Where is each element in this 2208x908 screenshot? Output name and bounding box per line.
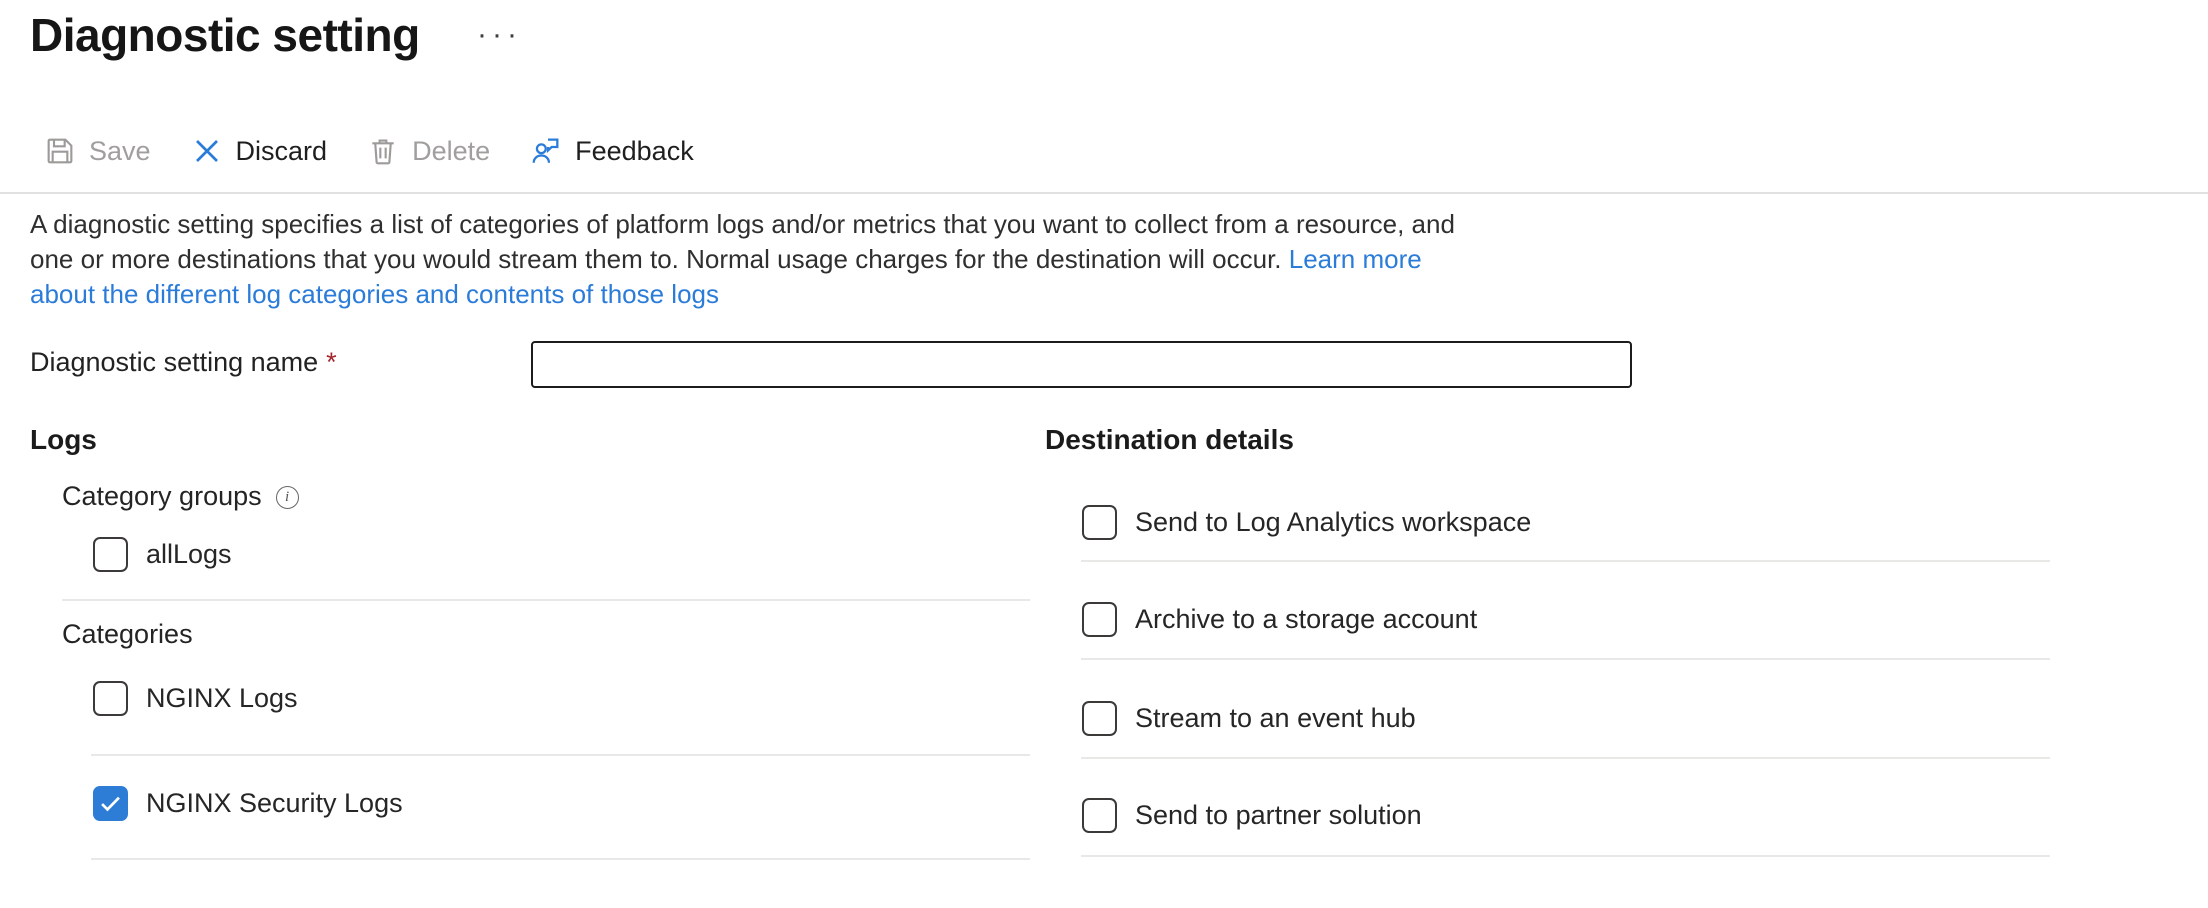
checkbox-box	[1082, 505, 1117, 540]
checkbox-box	[93, 786, 128, 821]
diagnostic-setting-page: Diagnostic setting ··· Save Discard	[0, 0, 2208, 908]
discard-button[interactable]: Discard	[191, 135, 328, 167]
more-menu-button[interactable]: ···	[477, 20, 522, 50]
destination-details-heading: Destination details	[1045, 424, 1294, 456]
intro-text: A diagnostic setting specifies a list of…	[30, 207, 1472, 312]
required-asterisk: *	[326, 347, 337, 377]
checkbox-box	[1082, 798, 1117, 833]
save-icon	[44, 135, 76, 167]
checkbox-label: NGINX Logs	[146, 683, 298, 714]
intro-body: A diagnostic setting specifies a list of…	[30, 209, 1455, 274]
checkbox-alllogs[interactable]: allLogs	[93, 537, 232, 572]
logs-heading: Logs	[30, 424, 97, 456]
save-button-label: Save	[89, 136, 151, 167]
delete-icon	[367, 135, 399, 167]
divider	[1081, 560, 2050, 562]
delete-button[interactable]: Delete	[367, 135, 490, 167]
checkbox-label: NGINX Security Logs	[146, 788, 403, 819]
checkbox-box	[93, 681, 128, 716]
checkmark-icon	[97, 790, 124, 817]
checkbox-send-to-partner-solution[interactable]: Send to partner solution	[1082, 798, 1422, 833]
divider	[1081, 757, 2050, 759]
delete-button-label: Delete	[412, 136, 490, 167]
feedback-icon	[530, 135, 562, 167]
feedback-button-label: Feedback	[575, 136, 694, 167]
checkbox-nginx-logs[interactable]: NGINX Logs	[93, 681, 298, 716]
info-icon[interactable]: i	[276, 486, 299, 509]
divider	[1081, 855, 2050, 857]
discard-icon	[191, 135, 223, 167]
checkbox-label: Stream to an event hub	[1135, 703, 1416, 734]
discard-button-label: Discard	[236, 136, 328, 167]
page-title: Diagnostic setting	[30, 8, 420, 62]
categories-label: Categories	[62, 619, 193, 650]
checkbox-label: allLogs	[146, 539, 232, 570]
checkbox-box	[1082, 701, 1117, 736]
checkbox-label: Archive to a storage account	[1135, 604, 1477, 635]
checkbox-nginx-security-logs[interactable]: NGINX Security Logs	[93, 786, 403, 821]
divider	[91, 754, 1030, 756]
checkbox-send-to-log-analytics[interactable]: Send to Log Analytics workspace	[1082, 505, 1531, 540]
save-button[interactable]: Save	[44, 135, 151, 167]
feedback-button[interactable]: Feedback	[530, 135, 694, 167]
divider	[1081, 658, 2050, 660]
checkbox-box	[1082, 602, 1117, 637]
category-groups-label: Category groupsi	[62, 481, 299, 512]
name-field-label: Diagnostic setting name*	[30, 347, 337, 378]
toolbar-divider	[0, 192, 2208, 194]
checkbox-stream-to-event-hub[interactable]: Stream to an event hub	[1082, 701, 1416, 736]
checkbox-label: Send to partner solution	[1135, 800, 1422, 831]
checkbox-archive-to-storage[interactable]: Archive to a storage account	[1082, 602, 1477, 637]
checkbox-box	[93, 537, 128, 572]
divider	[91, 858, 1030, 860]
divider	[62, 599, 1030, 601]
command-toolbar: Save Discard Delete	[44, 131, 694, 171]
diagnostic-setting-name-input[interactable]	[531, 341, 1632, 388]
checkbox-label: Send to Log Analytics workspace	[1135, 507, 1531, 538]
